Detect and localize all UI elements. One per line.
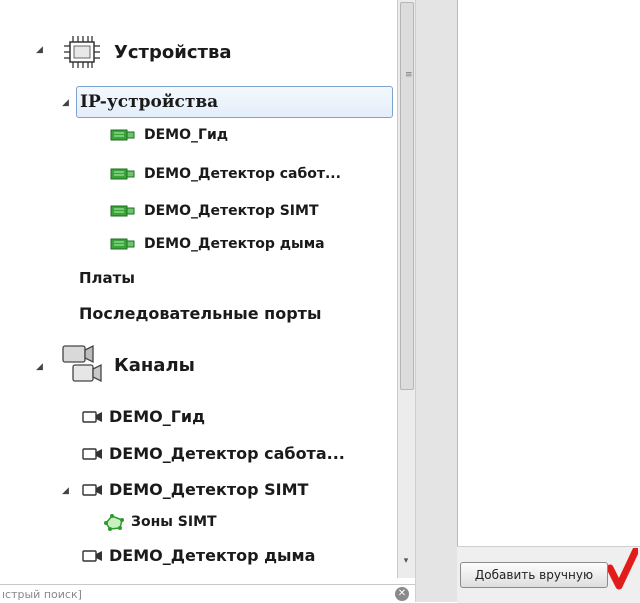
chip-icon: [64, 36, 100, 68]
zones-icon: [104, 514, 124, 531]
boards-label: Платы: [79, 269, 135, 287]
tree-node-channels[interactable]: Каналы: [60, 343, 195, 387]
simt-zones-label: Зоны SIMT: [131, 514, 217, 530]
camera-icon: [82, 410, 102, 423]
ip-device-label: DEMO_Детектор дыма: [144, 236, 325, 252]
channel-label: DEMO_Детектор SIMT: [109, 480, 309, 499]
tree-node-ip-device[interactable]: DEMO_Детектор SIMT: [110, 203, 319, 219]
grip-icon: ≡: [405, 70, 413, 80]
channel-label: DEMO_Гид: [109, 407, 206, 426]
collapse-arrow-icon[interactable]: ◢: [62, 98, 69, 108]
panel-splitter[interactable]: [415, 0, 458, 602]
tree-node-channel[interactable]: DEMO_Детектор сабота...: [82, 444, 345, 463]
network-device-icon: [110, 205, 135, 217]
quick-search-input[interactable]: [0, 587, 382, 601]
tree-node-channel[interactable]: DEMO_Детектор дыма: [82, 546, 315, 565]
channel-label: DEMO_Детектор дыма: [109, 546, 316, 565]
channel-label: DEMO_Детектор сабота...: [109, 444, 345, 463]
collapse-arrow-icon[interactable]: ◢: [62, 486, 69, 496]
red-checkmark-icon: [608, 548, 638, 590]
devices-label: Устройства: [114, 41, 232, 63]
network-device-icon: [110, 238, 135, 250]
ip-devices-label: IP-устройства: [80, 92, 219, 112]
vertical-scrollbar[interactable]: ≡ ▾: [397, 0, 416, 578]
scrollbar-thumb[interactable]: ≡: [400, 2, 414, 390]
camera-icon: [82, 549, 102, 562]
channels-label: Каналы: [114, 354, 195, 376]
details-panel: [457, 0, 640, 602]
camera-icon: [82, 447, 102, 460]
clear-search-icon[interactable]: ✕: [395, 587, 409, 601]
tree-node-ip-device[interactable]: DEMO_Детектор сабот...: [110, 166, 341, 182]
scroll-down-icon[interactable]: ▾: [400, 556, 412, 570]
collapse-arrow-icon[interactable]: ◢: [36, 45, 43, 55]
tree-node-simt-zones[interactable]: Зоны SIMT: [103, 513, 217, 531]
tree-node-channel[interactable]: DEMO_Детектор SIMT: [82, 480, 308, 499]
device-tree: ◢ Устройства ◢ IP-устройства DEMO_Гид DE…: [0, 0, 397, 578]
cameras-icon: [62, 344, 102, 383]
tree-node-ip-device[interactable]: DEMO_Детектор дыма: [110, 236, 325, 252]
ip-device-label: DEMO_Детектор SIMT: [144, 203, 319, 219]
ip-device-label: DEMO_Гид: [144, 127, 229, 143]
ip-device-label: DEMO_Детектор сабот...: [144, 166, 341, 182]
tree-node-ip-device[interactable]: DEMO_Гид: [110, 127, 228, 143]
tree-node-ip-devices[interactable]: IP-устройства: [80, 89, 218, 115]
camera-icon: [82, 483, 102, 496]
tree-node-devices[interactable]: Устройства: [62, 32, 231, 72]
tree-node-serial-ports[interactable]: Последовательные порты: [79, 304, 321, 323]
network-device-icon: [110, 129, 135, 141]
serial-ports-label: Последовательные порты: [79, 304, 322, 323]
quick-search: ✕: [0, 584, 415, 603]
tree-node-boards[interactable]: Платы: [79, 269, 135, 287]
network-device-icon: [110, 168, 135, 180]
tree-node-channel[interactable]: DEMO_Гид: [82, 407, 205, 426]
collapse-arrow-icon[interactable]: ◢: [36, 362, 43, 372]
add-manually-button[interactable]: Добавить вручную: [460, 562, 608, 588]
